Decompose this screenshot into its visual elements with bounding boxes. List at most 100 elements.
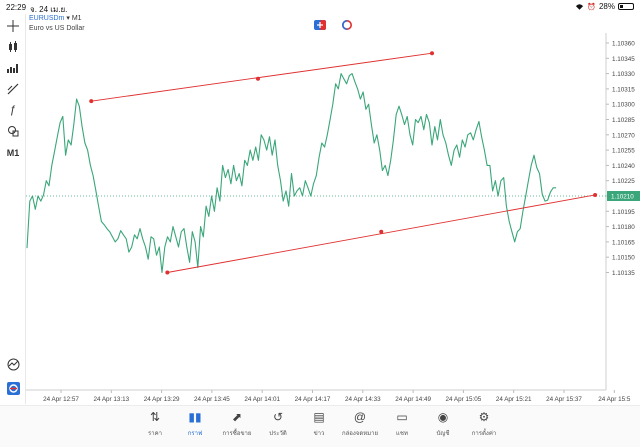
price-point [442,134,444,136]
price-point [205,205,207,207]
price-point [541,193,543,195]
price-point [409,134,411,136]
price-point [517,231,518,232]
price-point [486,165,488,166]
time-tick-label: 24 Apr 14:17 [295,396,331,403]
price-point [404,124,405,125]
price-point [271,154,273,156]
price-point [46,180,47,181]
nav-chart[interactable]: ▮▮ กราฟ [173,409,217,438]
quotes-icon: ⇅ [149,410,161,424]
price-point [172,226,174,227]
price-point [506,205,507,207]
price-point [131,246,132,248]
price-point [503,177,505,178]
price-point [277,165,279,166]
price-point [247,165,248,166]
price-point [192,231,193,232]
price-point [299,187,301,189]
nav-label: ประวัติ [269,431,287,437]
price-point [164,246,166,248]
trendline-anchor [89,99,94,104]
time-tick-label: 24 Apr 15:37 [546,396,582,403]
price-point [225,177,226,178]
price-point [343,78,345,79]
price-point [451,165,452,166]
nav-account[interactable]: ◉ บัญชี [421,409,465,438]
price-point [481,136,482,138]
nav-mailbox[interactable]: @ กล่องจดหมาย [338,409,382,438]
price-point [274,139,276,141]
price-point [203,236,204,238]
price-point [101,221,102,222]
price-point [426,114,427,115]
price-point [544,200,546,202]
price-point [43,194,44,196]
price-tick-label: 1.10345 [612,56,635,63]
price-point [84,142,86,144]
nav-chat[interactable]: ▭ แชท [380,409,424,438]
price-point [448,154,449,156]
price-point [453,149,455,151]
price-point [368,103,369,105]
price-point [244,160,245,161]
chat-icon: ▭ [396,410,408,424]
price-chart[interactable]: 1.10360 1.10345 1.10330 1.10315 1.10300 1.102… [0,0,640,405]
price-point [230,183,232,185]
price-point [103,224,105,225]
price-point [32,195,33,197]
price-point [70,144,72,146]
price-point [371,124,372,125]
trendline-midpoint [256,76,260,81]
nav-label: แชท [396,431,408,437]
price-point [508,221,510,222]
price-point [514,241,515,243]
trendline [167,194,596,273]
price-point [123,234,124,236]
price-point [305,180,306,181]
nav-quotes[interactable]: ⇅ ราคา [133,409,177,438]
nav-news[interactable]: ▤ ข่าว [297,409,341,438]
price-point [35,209,36,210]
price-point [139,228,141,229]
price-point [440,119,441,120]
price-point [340,73,342,74]
price-point [156,254,157,256]
price-point [269,136,270,138]
price-point [258,160,259,161]
price-point [236,180,237,181]
price-tick-label: 1.10360 [612,41,635,48]
price-point [211,195,212,197]
nav-history[interactable]: ↺ ประวัติ [256,409,300,438]
time-tick-label: 24 Apr 14:49 [395,396,431,403]
price-point [125,238,127,240]
price-tick-label: 1.10180 [612,224,635,231]
price-point [349,75,350,76]
price-point [142,238,143,240]
price-point [302,195,303,197]
price-point [181,231,182,232]
price-tick-label: 1.10240 [612,163,635,170]
price-point [145,246,146,248]
price-point [73,124,75,125]
price-point [495,180,496,181]
price-point [120,230,121,231]
nav-trade[interactable]: ⬈ การซื้อขาย [215,409,259,438]
price-tick-label: 1.10255 [612,148,635,155]
price-point [484,149,485,151]
price-point [252,160,254,161]
price-point [555,187,557,189]
price-point [379,149,381,151]
price-point [216,187,218,189]
price-point [114,241,116,243]
price-point [445,142,447,144]
trade-icon: ⬈ [231,410,243,424]
price-point [533,154,535,156]
price-point [167,236,168,238]
price-point [346,83,347,85]
time-tick-label: 24 Apr 13:13 [93,396,129,403]
nav-settings[interactable]: ⚙ การตั้งค่า [462,409,506,438]
price-point [128,251,130,253]
price-point [437,139,438,141]
price-tick-label: 1.10285 [612,117,635,124]
